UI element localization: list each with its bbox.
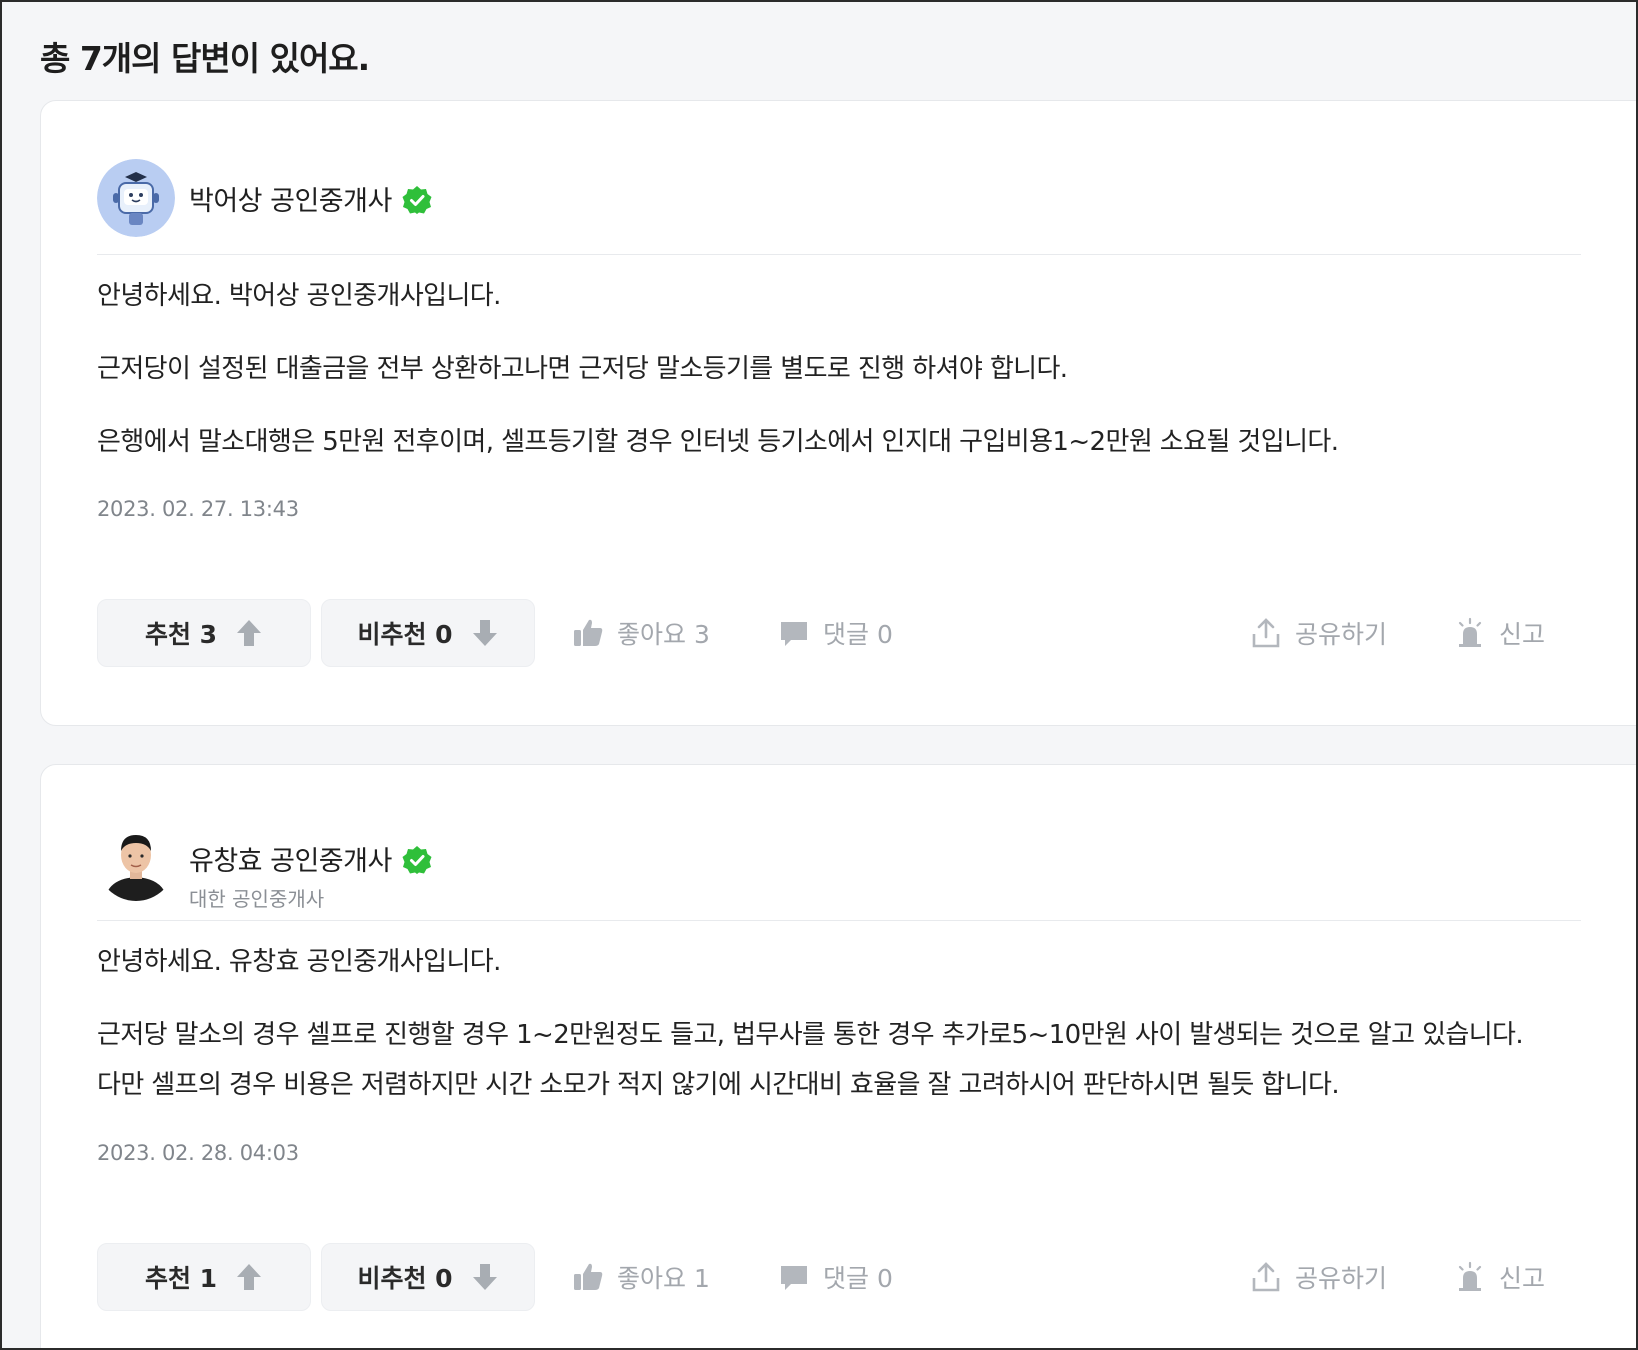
share-button[interactable]: 공유하기 [1249,599,1387,667]
robot-avatar-icon [97,159,175,237]
answer-date: 2023. 02. 27. 13:43 [97,497,299,521]
share-button[interactable]: 공유하기 [1249,1243,1387,1311]
comment-button[interactable]: 댓글 0 [777,599,893,667]
upvote-button[interactable]: 추천 3 [97,599,311,667]
answer-paragraph: 안녕하세요. 유창효 공인중개사입니다. [97,947,501,977]
verified-badge-icon [402,186,432,214]
report-button[interactable]: 신고 [1453,1243,1545,1311]
divider [97,920,1581,921]
answer-date: 2023. 02. 28. 04:03 [97,1141,299,1165]
answer-actions: 추천 1 비추천 0 좋아요 1 댓글 0 공유하기 신고 [97,1243,1557,1311]
author-name[interactable]: 유창효 공인중개사 [189,839,432,878]
answer-card: 박어상 공인중개사 안녕하세요. 박어상 공인중개사입니다. 근저당이 설정된 … [40,100,1636,726]
verified-badge-icon [402,846,432,874]
arrow-up-icon [237,620,262,646]
comment-bubble-icon [781,622,807,646]
siren-icon [1458,617,1482,647]
thumbs-up-icon [574,619,603,646]
answer-paragraph: 다만 셀프의 경우 비용은 저렴하지만 시간 소모가 적지 않기에 시간대비 효… [97,1070,1340,1100]
answer-body: 안녕하세요. 유창효 공인중개사입니다. 근저당 말소의 경우 셀프로 진행할 … [97,945,1587,1149]
answer-card: 유창효 공인중개사 대한 공인중개사 안녕하세요. 유창효 공인중개사입니다. … [40,764,1636,1348]
answer-actions: 추천 3 비추천 0 좋아요 3 댓글 0 공유하기 신고 [97,599,1557,667]
divider [97,254,1581,255]
author-affiliation: 대한 공인중개사 [189,887,325,911]
like-button[interactable]: 좋아요 1 [571,1243,710,1311]
author-row: 박어상 공인중개사 [97,159,1577,239]
arrow-down-icon [472,620,497,646]
author-row: 유창효 공인중개사 대한 공인중개사 [97,823,1577,911]
report-button[interactable]: 신고 [1453,599,1545,667]
avatar[interactable] [97,159,175,237]
answer-body: 안녕하세요. 박어상 공인중개사입니다. 근저당이 설정된 대출금을 전부 상환… [97,279,1587,498]
comment-bubble-icon [781,1266,807,1290]
share-upload-icon [1252,618,1280,648]
answer-paragraph: 근저당 말소의 경우 셀프로 진행할 경우 1~2만원정도 들고, 법무사를 통… [97,1020,1524,1050]
avatar[interactable] [97,823,175,901]
arrow-down-icon [472,1264,497,1290]
answer-paragraph: 안녕하세요. 박어상 공인중개사입니다. [97,281,501,311]
answers-page: 총 7개의 답변이 있어요. 박어상 공인중개사 안녕하세요. 박어상 공인중개… [0,0,1638,1350]
downvote-button[interactable]: 비추천 0 [321,1243,535,1311]
answer-paragraph: 은행에서 말소대행은 5만원 전후이며, 셀프등기할 경우 인터넷 등기소에서 … [97,427,1339,457]
answer-paragraph: 근저당이 설정된 대출금을 전부 상환하고나면 근저당 말소등기를 별도로 진행… [97,354,1068,384]
share-upload-icon [1252,1262,1280,1292]
like-button[interactable]: 좋아요 3 [571,599,710,667]
author-name[interactable]: 박어상 공인중개사 [189,179,432,218]
upvote-button[interactable]: 추천 1 [97,1243,311,1311]
siren-icon [1458,1261,1482,1291]
arrow-up-icon [237,1264,262,1290]
downvote-button[interactable]: 비추천 0 [321,599,535,667]
comment-button[interactable]: 댓글 0 [777,1243,893,1311]
thumbs-up-icon [574,1263,603,1290]
page-title: 총 7개의 답변이 있어요. [40,39,370,78]
profile-photo-icon [97,823,175,901]
